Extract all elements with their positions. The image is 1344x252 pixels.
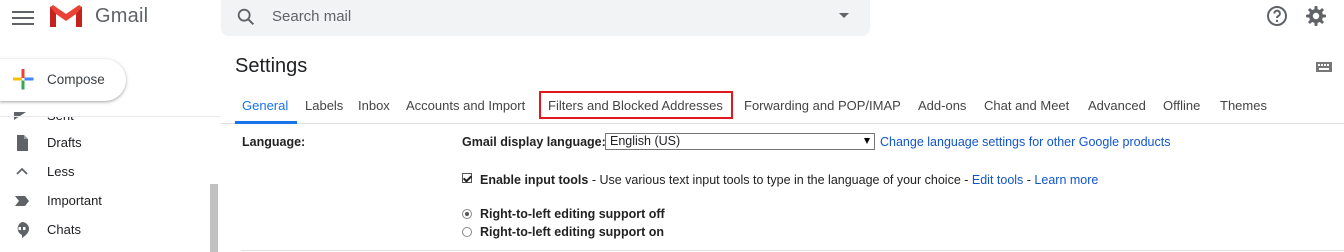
keyboard-icon[interactable] bbox=[1316, 62, 1332, 72]
input-tools-line: Enable input tools - Use various text in… bbox=[480, 171, 1098, 189]
rtl-off-label: Right-to-left editing support off bbox=[480, 207, 665, 221]
tabs-divider bbox=[221, 123, 1344, 124]
display-language-select[interactable]: English (US) bbox=[605, 133, 875, 150]
brand-name: Gmail bbox=[95, 5, 149, 27]
input-tools-title: Enable input tools bbox=[480, 173, 589, 187]
tab-advanced[interactable]: Advanced bbox=[1088, 98, 1146, 113]
section-divider bbox=[241, 250, 1344, 251]
tab-general[interactable]: General bbox=[242, 98, 288, 113]
tab-accounts-and-import[interactable]: Accounts and Import bbox=[406, 98, 525, 113]
draft-icon bbox=[17, 135, 28, 151]
highlight-box bbox=[539, 91, 733, 119]
sidebar-item-drafts[interactable]: Drafts bbox=[0, 130, 205, 156]
compose-button[interactable]: Compose bbox=[0, 59, 126, 101]
dropdown-arrow-icon bbox=[864, 138, 870, 144]
learn-more-link[interactable]: Learn more bbox=[1034, 173, 1098, 187]
tab-chat-and-meet[interactable]: Chat and Meet bbox=[984, 98, 1069, 113]
tab-forwarding-and-pop-imap[interactable]: Forwarding and POP/IMAP bbox=[744, 98, 901, 113]
tab-inbox[interactable]: Inbox bbox=[358, 98, 390, 113]
search-input[interactable]: Search mail bbox=[272, 8, 351, 25]
main-menu-icon[interactable] bbox=[12, 8, 34, 26]
enable-input-tools-checkbox[interactable] bbox=[462, 173, 472, 183]
rtl-off-radio[interactable] bbox=[462, 209, 472, 219]
sidebar-item-label: Chats bbox=[47, 222, 81, 237]
help-icon[interactable] bbox=[1265, 4, 1289, 28]
tab-themes[interactable]: Themes bbox=[1220, 98, 1267, 113]
tab-add-ons[interactable]: Add-ons bbox=[918, 98, 966, 113]
display-language-value: English (US) bbox=[610, 134, 681, 148]
sidebar-item-label: Important bbox=[47, 193, 102, 208]
input-tools-description: - Use various text input tools to type i… bbox=[588, 173, 972, 187]
rtl-on-label: Right-to-left editing support on bbox=[480, 225, 664, 239]
link-separator: - bbox=[1023, 173, 1035, 187]
search-bar[interactable]: Search mail bbox=[221, 0, 870, 36]
change-language-link[interactable]: Change language settings for other Googl… bbox=[880, 135, 1170, 149]
sidebar-item-label: Less bbox=[47, 164, 75, 179]
gear-icon[interactable] bbox=[1304, 4, 1328, 28]
tab-offline[interactable]: Offline bbox=[1163, 98, 1200, 113]
gmail-logo-icon[interactable] bbox=[48, 3, 84, 29]
sidebar-divider bbox=[0, 116, 220, 117]
language-section-label: Language: bbox=[242, 135, 306, 149]
chevron-up-icon bbox=[16, 167, 28, 175]
sidebar-item-label: Drafts bbox=[47, 135, 82, 150]
chat-icon bbox=[17, 222, 29, 238]
sidebar-item-chats[interactable]: Chats bbox=[0, 217, 205, 243]
sidebar-item-less[interactable]: Less bbox=[0, 159, 205, 185]
display-language-label: Gmail display language: bbox=[462, 135, 606, 149]
tab-labels[interactable]: Labels bbox=[305, 98, 343, 113]
page-title: Settings bbox=[235, 55, 308, 77]
edit-tools-link[interactable]: Edit tools bbox=[972, 173, 1023, 187]
rtl-on-radio[interactable] bbox=[462, 227, 472, 237]
compose-label: Compose bbox=[47, 72, 105, 87]
active-tab-indicator bbox=[235, 121, 297, 124]
important-icon bbox=[15, 196, 29, 206]
plus-icon bbox=[13, 69, 34, 90]
sidebar-item-important[interactable]: Important bbox=[0, 188, 205, 214]
sidebar-scrollbar[interactable] bbox=[210, 184, 218, 252]
search-icon[interactable] bbox=[235, 6, 257, 28]
search-options-icon[interactable] bbox=[839, 13, 849, 18]
